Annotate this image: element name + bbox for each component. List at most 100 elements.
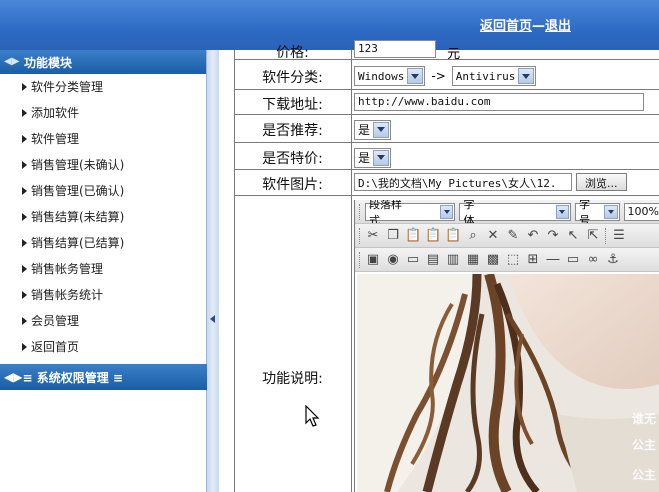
- anchor-icon[interactable]: ⚓: [605, 252, 621, 268]
- undo-icon[interactable]: ↶: [525, 228, 541, 244]
- arrow-right-icon: [22, 109, 27, 117]
- logout-link[interactable]: 退出: [545, 19, 571, 34]
- price-label: 价格:: [276, 45, 309, 61]
- category-sub-select[interactable]: Antivirus: [451, 66, 537, 86]
- sidebar-item-category-manage[interactable]: 软件分类管理: [22, 74, 206, 100]
- download-input[interactable]: http://www.baidu.com: [354, 93, 644, 111]
- arrow-right-icon: [22, 213, 27, 221]
- module-title: ≡ 系统权限管理 ≡: [22, 370, 123, 385]
- special-select[interactable]: 是: [354, 147, 392, 168]
- sidebar-item-label: 销售帐务统计: [31, 288, 104, 302]
- insert-file-icon[interactable]: ▤: [425, 252, 441, 268]
- recommend-select[interactable]: 是: [354, 119, 392, 140]
- browse-button[interactable]: 浏览...: [576, 173, 627, 191]
- row-recommend: 是否推荐: 是: [234, 115, 659, 143]
- sidebar-item-settle-pending[interactable]: 销售结算(未结算): [22, 204, 206, 230]
- find-icon[interactable]: ⌕: [465, 228, 481, 244]
- watermark-text: 公主: [631, 468, 656, 482]
- insert-media-icon[interactable]: ▭: [405, 252, 421, 268]
- sidebar-item-members[interactable]: 会员管理: [22, 308, 206, 334]
- recommend-value: 是: [358, 123, 371, 137]
- row-price: 价格: 123 元: [234, 40, 659, 62]
- toolbar-separator: [605, 227, 607, 244]
- price-input[interactable]: 123: [354, 40, 436, 58]
- insert-table-icon[interactable]: ▩: [485, 252, 501, 268]
- rich-text-editor: 段落样式 字体 字号 100% ✂ ❐ 📋 📋 📋 ⌕ ✕ ✎ ↶ ↷ ↖ ⇱ …: [354, 200, 659, 492]
- sidebar-item-settle-done[interactable]: 销售结算(已结算): [22, 230, 206, 256]
- module-header-permissions[interactable]: ◀▶ ≡ 系统权限管理 ≡: [0, 364, 207, 390]
- sidebar-item-label: 会员管理: [31, 314, 80, 328]
- sidebar-item-label: 软件管理: [31, 132, 80, 146]
- sidebar-item-software-manage[interactable]: 软件管理: [22, 126, 206, 152]
- insert-image-icon[interactable]: ▣: [365, 252, 381, 268]
- module-header-functions[interactable]: ◀▶ 功能模块: [0, 50, 206, 74]
- download-field-wrap: http://www.baidu.com: [354, 93, 644, 115]
- sidebar-item-accounts-stats[interactable]: 销售帐务统计: [22, 282, 206, 308]
- font-select[interactable]: 字体: [459, 200, 572, 223]
- font-size-value: 字号: [579, 200, 591, 224]
- sidebar-item-label: 销售管理(已确认): [31, 184, 125, 198]
- chevron-down-icon: [604, 204, 618, 219]
- sidebar-item-add-software[interactable]: 添加软件: [22, 100, 206, 126]
- insert-layer-icon[interactable]: ▦: [465, 252, 481, 268]
- insert-frame-icon[interactable]: ⊞: [525, 252, 541, 268]
- insert-link-icon[interactable]: ∞: [585, 252, 601, 268]
- absolute-position-icon[interactable]: ⇱: [585, 228, 601, 244]
- sidebar-item-sales-unconfirmed[interactable]: 销售管理(未确认): [22, 152, 206, 178]
- sidebar-item-label: 销售结算(已结算): [31, 236, 125, 250]
- paste-word-icon[interactable]: 📋: [445, 228, 461, 244]
- toolbar-grip: [359, 251, 361, 268]
- arrow-right-icon: [22, 239, 27, 247]
- sidebar-splitter[interactable]: [207, 50, 219, 492]
- top-links: 返回首页—退出: [480, 15, 571, 34]
- paragraph-style-select[interactable]: 段落样式: [364, 200, 456, 223]
- paste-icon[interactable]: 📋: [405, 228, 421, 244]
- copy-icon[interactable]: ❐: [385, 228, 401, 244]
- arrow-right-icon: [22, 343, 27, 351]
- paste-text-icon[interactable]: 📋: [425, 228, 441, 244]
- insert-text-area-icon[interactable]: ▥: [445, 252, 461, 268]
- recommend-field-wrap: 是: [354, 119, 392, 140]
- select-icon[interactable]: ↖: [565, 228, 581, 244]
- cut-icon[interactable]: ✂: [365, 228, 381, 244]
- download-label: 下载地址:: [262, 97, 323, 113]
- home-link[interactable]: 返回首页: [480, 19, 532, 34]
- sidebar-item-label: 销售帐务管理: [31, 262, 104, 276]
- category-main-select[interactable]: Windows: [354, 66, 426, 86]
- sidebar-item-accounts-manage[interactable]: 销售帐务管理: [22, 256, 206, 282]
- arrow-right-icon: [22, 265, 27, 273]
- special-label: 是否特价:: [262, 151, 323, 167]
- delete-icon[interactable]: ✕: [485, 228, 501, 244]
- chevron-down-icon: [439, 204, 454, 219]
- insert-flash-icon[interactable]: ◉: [385, 252, 401, 268]
- sidebar-item-sales-confirmed[interactable]: 销售管理(已确认): [22, 178, 206, 204]
- row-special: 是否特价: 是: [234, 143, 659, 170]
- redo-icon[interactable]: ↷: [545, 228, 561, 244]
- insert-marquee-icon[interactable]: ▭: [565, 252, 581, 268]
- editor-toolbar-2: ✂ ❐ 📋 📋 📋 ⌕ ✕ ✎ ↶ ↷ ↖ ⇱ ☰: [355, 224, 659, 248]
- arrow-right-icon: [22, 83, 27, 91]
- ordered-list-icon[interactable]: ☰: [611, 228, 627, 244]
- category-sub-value: Antivirus: [455, 69, 516, 83]
- editor-toolbar-3: ▣ ◉ ▭ ▤ ▥ ▦ ▩ ⬚ ⊞ ― ▭ ∞ ⚓: [355, 248, 659, 272]
- arrow-right-icon: [22, 161, 27, 169]
- font-size-select[interactable]: 字号: [575, 200, 620, 224]
- content-margin: [219, 50, 235, 492]
- zoom-select[interactable]: 100%: [623, 202, 659, 221]
- row-image: 软件图片: D:\我的文档\My Pictures\女人\12. 浏览...: [234, 170, 659, 196]
- image-label: 软件图片:: [262, 177, 323, 193]
- chevron-down-icon: [407, 68, 424, 84]
- recommend-label: 是否推荐:: [262, 123, 323, 139]
- arrow-right-icon: [22, 187, 27, 195]
- insert-form-icon[interactable]: ⬚: [505, 252, 521, 268]
- sidebar-item-home[interactable]: 返回首页: [22, 334, 206, 360]
- editor-content-image[interactable]: 谁无 公主 公主: [357, 274, 659, 492]
- image-path-input[interactable]: D:\我的文档\My Pictures\女人\12.: [354, 173, 572, 191]
- sidebar: ◀▶ 功能模块 软件分类管理 添加软件 软件管理 销售管理(未确认) 销售管理(…: [0, 50, 207, 492]
- chevron-down-icon: [373, 149, 390, 166]
- editor-toolbar-1: 段落样式 字体 字号 100%: [355, 200, 659, 224]
- category-arrow: ->: [431, 69, 446, 83]
- clean-format-icon[interactable]: ✎: [505, 228, 521, 244]
- insert-rule-icon[interactable]: ―: [545, 252, 561, 268]
- collapse-arrow-icon[interactable]: [210, 315, 215, 323]
